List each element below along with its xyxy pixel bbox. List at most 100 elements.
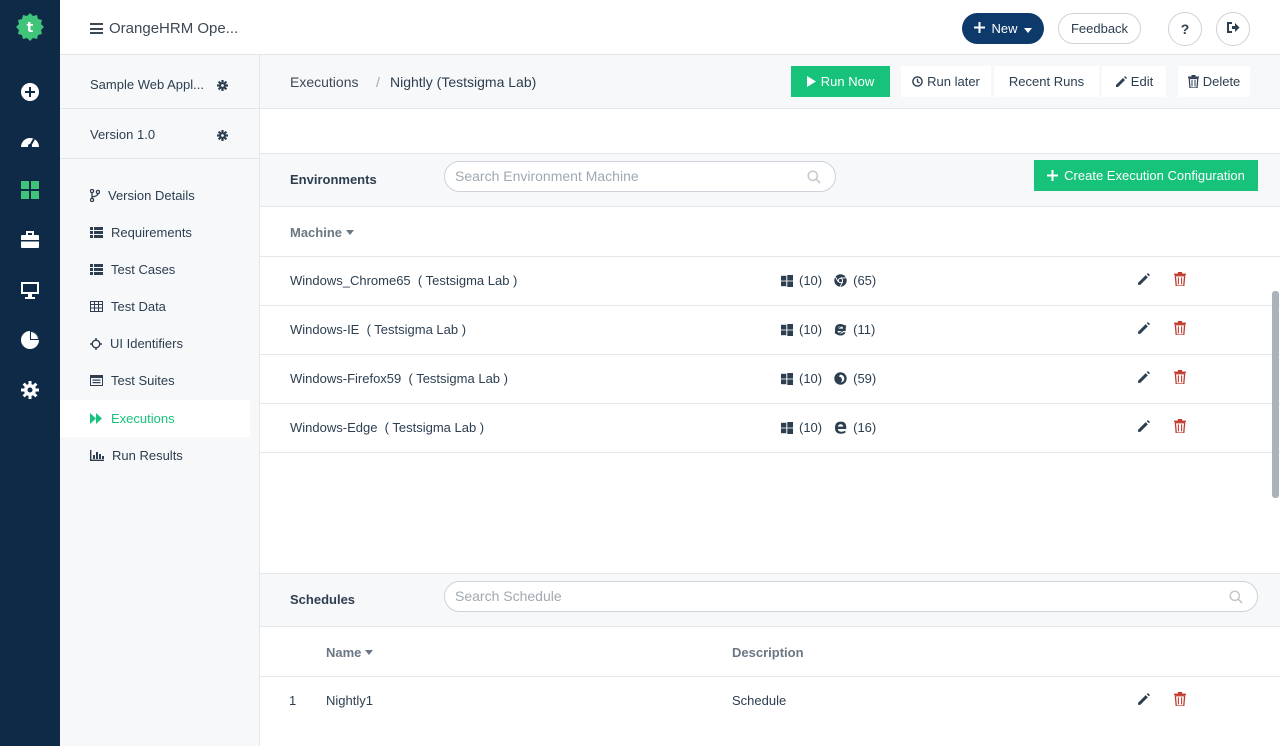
sidebar-item-ui-identifiers[interactable]: UI Identifiers bbox=[60, 325, 250, 362]
delete-icon[interactable] bbox=[1174, 272, 1186, 286]
plus-icon bbox=[974, 21, 986, 36]
environments-toolbar: Environments Create Execution Configurat… bbox=[260, 153, 1280, 207]
edge-icon bbox=[835, 421, 847, 434]
sidebar-item-test-suites[interactable]: Test Suites bbox=[60, 362, 250, 399]
edit-button[interactable]: Edit bbox=[1102, 66, 1166, 97]
schedule-search-input[interactable] bbox=[455, 588, 1105, 604]
os-version: (10) bbox=[799, 273, 823, 288]
environment-search-input[interactable] bbox=[455, 168, 767, 184]
schedule-search[interactable] bbox=[444, 581, 1258, 612]
run-now-button[interactable]: Run Now bbox=[791, 66, 890, 97]
sidebar-item-version-details[interactable]: Version Details bbox=[60, 177, 250, 214]
new-button[interactable]: New bbox=[962, 13, 1044, 44]
list-icon bbox=[90, 227, 103, 238]
version-name: Version 1.0 bbox=[90, 127, 156, 142]
machine-name: Windows-Firefox59 ( Testsigma Lab ) bbox=[290, 371, 508, 386]
sidebar-item-run-results[interactable]: Run Results bbox=[60, 437, 250, 474]
sign-out-icon bbox=[1226, 21, 1240, 37]
version-selector[interactable]: Version 1.0 bbox=[60, 109, 260, 159]
delete-label: Delete bbox=[1202, 74, 1241, 89]
feedback-button[interactable]: Feedback bbox=[1058, 13, 1141, 44]
delete-button[interactable]: Delete bbox=[1178, 66, 1250, 97]
divider bbox=[260, 354, 1280, 355]
help-button[interactable]: ? bbox=[1168, 12, 1202, 46]
breadcrumb-separator: / bbox=[376, 74, 380, 90]
project-sidebar: Sample Web Appl... Version 1.0 Version D… bbox=[60, 55, 260, 746]
divider bbox=[260, 305, 1280, 306]
grid-icon[interactable] bbox=[18, 178, 42, 202]
left-rail: t bbox=[0, 0, 60, 746]
sidebar-item-test-data[interactable]: Test Data bbox=[60, 288, 250, 325]
hamburger-menu-icon[interactable] bbox=[90, 23, 103, 34]
schedules-toolbar: Schedules bbox=[260, 573, 1280, 627]
edit-icon[interactable] bbox=[1137, 273, 1150, 286]
run-later-label: Run later bbox=[927, 74, 980, 89]
crosshairs-icon bbox=[90, 337, 102, 350]
name-column-header[interactable]: Name bbox=[326, 645, 374, 660]
recent-runs-button[interactable]: Recent Runs bbox=[994, 66, 1099, 97]
new-button-label: New bbox=[991, 21, 1018, 36]
clock-icon bbox=[912, 76, 923, 87]
add-icon[interactable] bbox=[18, 80, 42, 104]
svg-text:t: t bbox=[27, 20, 34, 36]
main-content: Executions / Nightly (Testsigma Lab) Run… bbox=[260, 55, 1280, 746]
breadcrumb-executions[interactable]: Executions bbox=[290, 74, 358, 90]
version-gear-icon[interactable] bbox=[217, 130, 228, 141]
delete-icon[interactable] bbox=[1174, 419, 1186, 433]
testsigma-logo-icon[interactable]: t bbox=[15, 12, 45, 42]
search-icon bbox=[1229, 590, 1243, 604]
plus-icon bbox=[1047, 170, 1059, 181]
delete-icon[interactable] bbox=[1174, 370, 1186, 384]
sidebar-item-executions[interactable]: Executions bbox=[60, 400, 250, 437]
delete-icon[interactable] bbox=[1174, 321, 1186, 335]
app-title[interactable]: OrangeHRM Ope... bbox=[90, 20, 238, 37]
app-title-label: OrangeHRM Ope... bbox=[109, 20, 239, 37]
machine-name: Windows-IE ( Testsigma Lab ) bbox=[290, 322, 467, 337]
browser-version: (16) bbox=[853, 420, 877, 435]
internet-explorer-icon bbox=[834, 324, 847, 336]
os-version: (10) bbox=[799, 371, 823, 386]
schedule-index: 1 bbox=[289, 693, 297, 708]
sidebar-item-test-cases[interactable]: Test Cases bbox=[60, 251, 250, 288]
description-column-label: Description bbox=[732, 645, 804, 660]
project-selector[interactable]: Sample Web Appl... bbox=[60, 59, 260, 109]
monitor-icon[interactable] bbox=[18, 278, 42, 302]
logout-button[interactable] bbox=[1216, 12, 1250, 46]
edit-label: Edit bbox=[1130, 74, 1154, 89]
description-column-header: Description bbox=[732, 645, 804, 660]
search-icon bbox=[807, 170, 821, 184]
table-icon bbox=[90, 301, 103, 312]
name-column-label: Name bbox=[326, 645, 362, 660]
scrollbar-thumb[interactable] bbox=[1272, 291, 1279, 498]
divider bbox=[260, 676, 1280, 677]
pie-chart-icon[interactable] bbox=[18, 328, 42, 352]
settings-icon[interactable] bbox=[18, 378, 42, 402]
edit-icon[interactable] bbox=[1137, 371, 1150, 384]
machine-name: Windows_Chrome65 ( Testsigma Lab ) bbox=[290, 273, 518, 288]
create-execution-configuration-button[interactable]: Create Execution Configuration bbox=[1034, 160, 1258, 191]
sidebar-item-requirements[interactable]: Requirements bbox=[60, 214, 250, 251]
dashboard-icon[interactable] bbox=[18, 130, 42, 154]
briefcase-icon[interactable] bbox=[18, 228, 42, 252]
windows-icon bbox=[781, 274, 793, 287]
environments-title: Environments bbox=[290, 172, 377, 187]
th-list-icon bbox=[90, 264, 103, 275]
project-name: Sample Web Appl... bbox=[90, 77, 204, 92]
schedule-name[interactable]: Nightly1 bbox=[326, 693, 373, 708]
edit-icon[interactable] bbox=[1137, 693, 1150, 706]
run-now-label: Run Now bbox=[820, 74, 875, 89]
environment-search[interactable] bbox=[444, 161, 836, 192]
machine-column-header[interactable]: Machine bbox=[290, 225, 355, 240]
edit-icon[interactable] bbox=[1137, 420, 1150, 433]
sidebar-item-label: Test Suites bbox=[111, 373, 175, 388]
suite-icon bbox=[90, 375, 103, 386]
os-version: (10) bbox=[799, 322, 823, 337]
platform-info: (10) (59) bbox=[781, 371, 888, 386]
project-gear-icon[interactable] bbox=[217, 80, 228, 91]
create-execution-configuration-label: Create Execution Configuration bbox=[1064, 168, 1245, 183]
machine-name: Windows-Edge ( Testsigma Lab ) bbox=[290, 420, 485, 435]
run-later-button[interactable]: Run later bbox=[901, 66, 991, 97]
edit-icon[interactable] bbox=[1137, 322, 1150, 335]
delete-icon[interactable] bbox=[1174, 692, 1186, 706]
sidebar-item-label: Executions bbox=[111, 411, 175, 426]
